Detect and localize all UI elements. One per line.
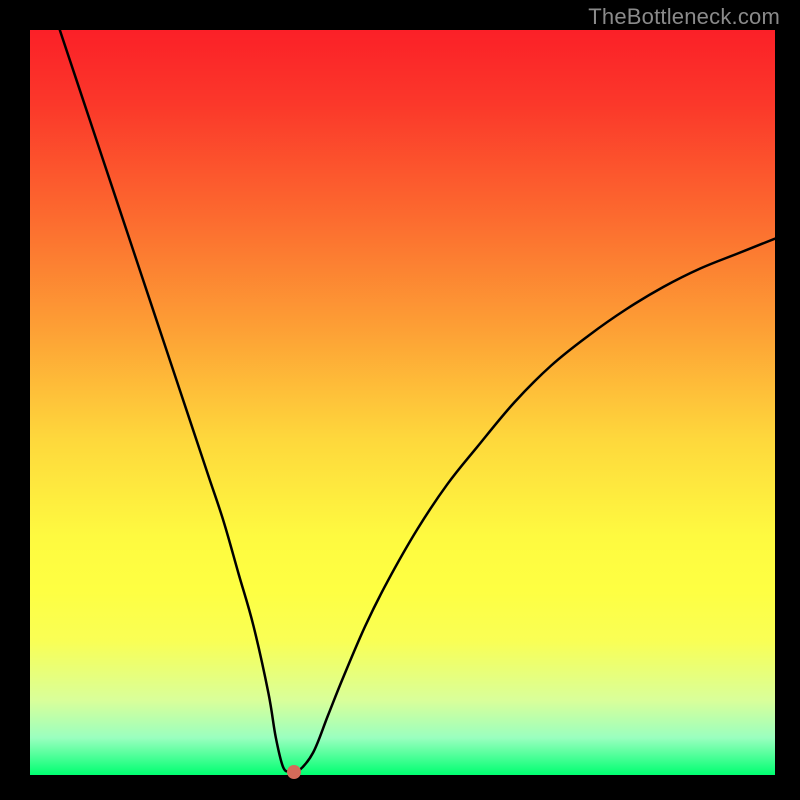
bottleneck-curve bbox=[60, 30, 775, 773]
chart-container: TheBottleneck.com bbox=[0, 0, 800, 800]
marker-dot bbox=[287, 765, 301, 779]
plot-area bbox=[30, 30, 775, 775]
curve-svg bbox=[30, 30, 775, 775]
watermark-text: TheBottleneck.com bbox=[588, 4, 780, 30]
